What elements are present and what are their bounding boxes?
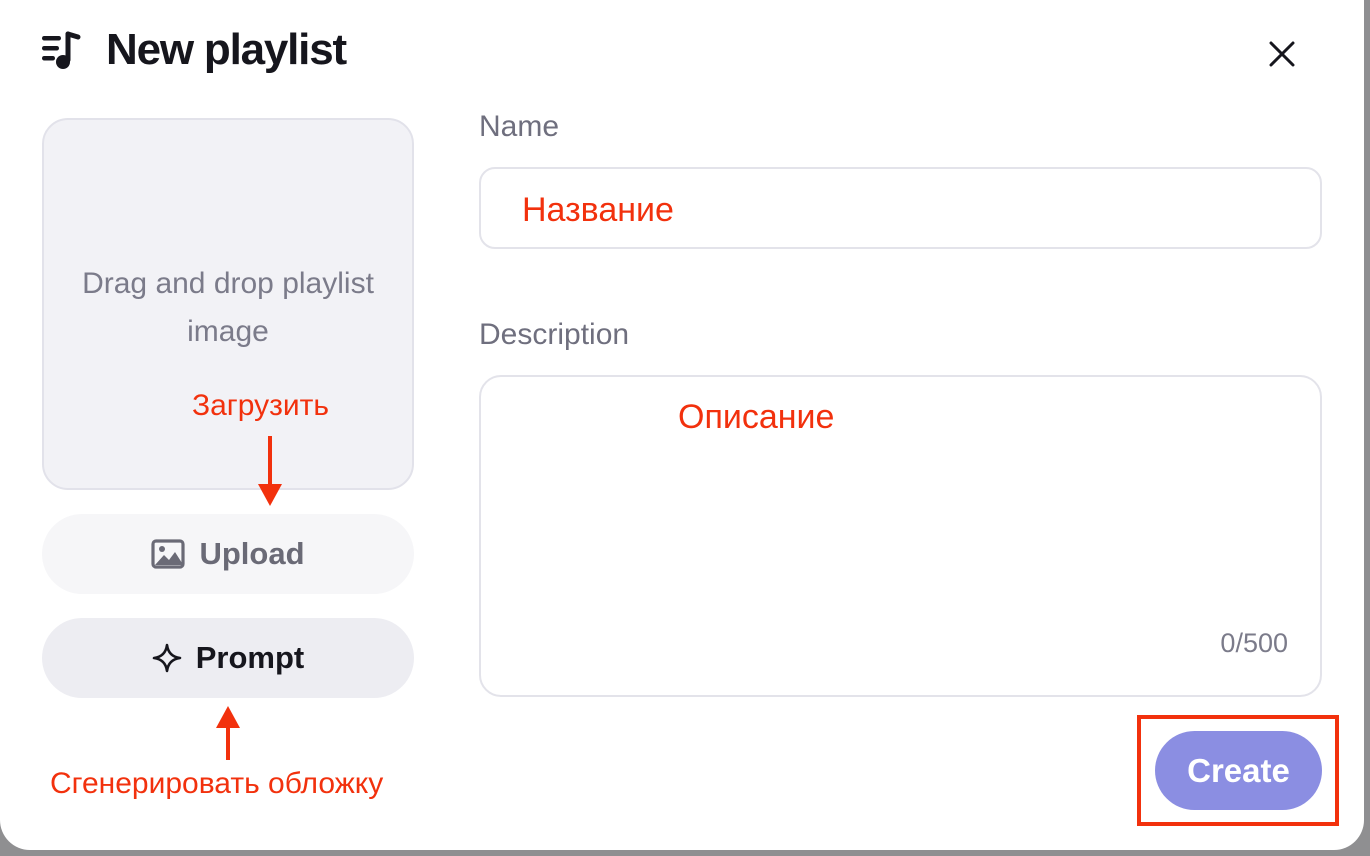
dropzone-text: Drag and drop playlist image <box>82 267 374 348</box>
annotation-description: Описание <box>678 398 835 436</box>
playlist-music-icon <box>42 31 81 69</box>
annotation-prompt: Сгенерировать обложку <box>50 767 384 800</box>
annotation-upload: Загрузить <box>192 389 329 422</box>
close-icon <box>1269 41 1295 67</box>
description-counter: 0/500 <box>1220 628 1288 658</box>
annotation-arrow-up <box>216 706 240 760</box>
prompt-label: Prompt <box>195 640 305 675</box>
close-button[interactable] <box>1262 34 1302 74</box>
image-dropzone[interactable]: Drag and drop playlist image <box>42 118 414 490</box>
create-button-highlight <box>1137 715 1339 826</box>
description-label: Description <box>479 318 630 351</box>
dialog-title: New playlist <box>106 25 347 74</box>
name-label: Name <box>479 110 560 143</box>
description-input[interactable]: 0/500 <box>479 375 1322 697</box>
upload-label: Upload <box>199 536 305 571</box>
sparkle-icon <box>152 643 182 673</box>
prompt-button[interactable]: Prompt <box>42 618 414 698</box>
annotation-name: Название <box>522 191 674 229</box>
annotation-arrow-down <box>258 436 282 506</box>
image-icon <box>151 539 186 569</box>
new-playlist-dialog: New playlist Drag and drop playlist imag… <box>0 0 1364 850</box>
upload-button[interactable]: Upload <box>42 514 414 594</box>
